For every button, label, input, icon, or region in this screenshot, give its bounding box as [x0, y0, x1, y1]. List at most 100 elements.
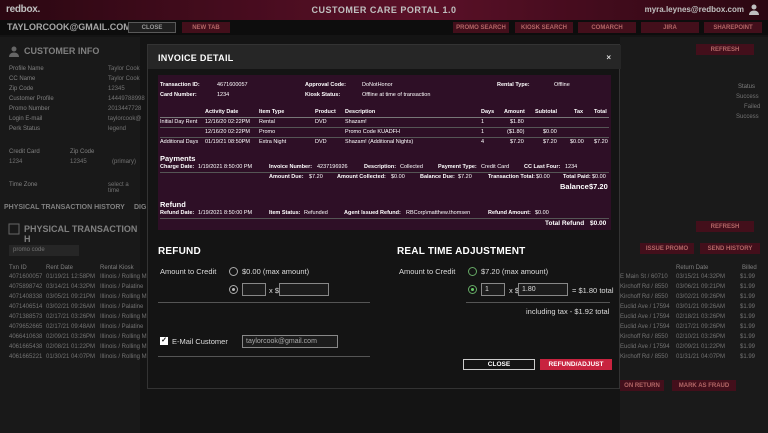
col-product: Product: [315, 109, 336, 115]
item-status-label: Item Status:: [269, 210, 301, 216]
rental-type-value: Offline: [554, 82, 570, 88]
modal-header: INVOICE DETAIL ×: [148, 45, 621, 69]
amount-collected-label: Amount Collected:: [337, 174, 386, 180]
row-divider: [160, 127, 609, 128]
col-description: Description: [345, 109, 376, 115]
days: 1: [481, 129, 485, 135]
subtotal: $0.00: [543, 129, 557, 135]
activity-date: 01/19/21 08:50PM: [205, 139, 250, 145]
amount-to-credit-label: Amount to Credit: [160, 267, 217, 276]
amount-due-label: Amount Due:: [269, 174, 304, 180]
transaction-total-value: $0.00: [536, 174, 550, 180]
description: Shazam!: [345, 119, 367, 125]
description: Shazam! (Additional Nights): [345, 139, 414, 145]
total-paid-value: $0.00: [592, 174, 606, 180]
tax: $0.00: [570, 139, 584, 145]
row-label: Additional Days: [160, 139, 199, 145]
amount-to-credit-label: Amount to Credit: [399, 267, 456, 276]
invoice-number-label: Invoice Number:: [269, 164, 313, 170]
custom-amount-radio[interactable]: [468, 285, 477, 294]
refund-amount-label: Refund Amount:: [488, 210, 531, 216]
rta-quantity-input[interactable]: 1: [481, 283, 505, 296]
row-label: Initial Day Rent: [160, 119, 198, 125]
amount: $7.20: [510, 139, 524, 145]
amount-due-value: $7.20: [309, 174, 323, 180]
custom-amount-radio[interactable]: [229, 285, 238, 294]
total: $7.20: [594, 139, 608, 145]
modal-title: INVOICE DETAIL: [158, 53, 234, 63]
charge-date-label: Charge Date:: [160, 164, 195, 170]
email-customer-checkbox[interactable]: ✓: [160, 337, 168, 345]
email-customer-label: E-Mail Customer: [172, 337, 228, 346]
item-status-value: Refunded: [304, 210, 328, 216]
kiosk-status-label: Kiosk Status:: [305, 92, 341, 98]
agent-refund-value: RBCorp\matthew.thomsen: [406, 210, 471, 216]
rental-type-label: Rental Type:: [497, 82, 530, 88]
refund-adjust-button[interactable]: REFUND/ADJUST: [540, 359, 612, 370]
description-value: Collected: [400, 164, 423, 170]
col-subtotal: Subtotal: [535, 109, 557, 115]
col-days: Days: [481, 109, 495, 115]
amount: $1.80: [510, 119, 524, 125]
payment-type-label: Payment Type:: [438, 164, 477, 170]
total-refund-value: $0.00: [590, 220, 607, 227]
activity-date: 12/16/20 02:22PM: [205, 129, 250, 135]
col-item-type: Item Type: [259, 109, 285, 115]
balance-due-label: Balance Due:: [420, 174, 455, 180]
days: 1: [481, 119, 485, 125]
close-button[interactable]: CLOSE: [463, 359, 535, 370]
amount: ($1.80): [507, 129, 525, 135]
rta-total: = $1.80 total: [572, 286, 614, 295]
refund-date-value: 1/19/2021 8:50:00 PM: [198, 210, 253, 216]
cc-last-four-label: CC Last Four:: [524, 164, 561, 170]
max-amount-radio[interactable]: [229, 267, 238, 276]
approval-code-label: Approval Code:: [305, 82, 346, 88]
description: Promo Code KUADFH: [345, 129, 401, 135]
refund-heading: Refund: [160, 200, 186, 209]
item-type: Promo: [259, 129, 276, 135]
card-number-value: 1234: [217, 92, 230, 98]
rta-tax-total: including tax - $1.92 total: [526, 307, 610, 316]
section-divider: [158, 302, 370, 303]
amount-collected-value: $0.00: [391, 174, 405, 180]
close-icon[interactable]: ×: [606, 53, 611, 62]
txn-id-value: 4671600057: [217, 82, 248, 88]
refund-amount-value: $0.00: [535, 210, 549, 216]
email-input[interactable]: taylorcook@gmail.com: [242, 335, 338, 348]
multiply-label: x $: [269, 286, 280, 295]
refund-date-label: Refund Date:: [160, 210, 195, 216]
rta-section-title: REAL TIME ADJUSTMENT: [397, 246, 526, 257]
balance-due-value: $7.20: [458, 174, 472, 180]
card-number-label: Card Number:: [160, 92, 197, 98]
row-divider: [160, 218, 609, 219]
item-type: Rental: [259, 119, 275, 125]
refund-price-input[interactable]: [279, 283, 329, 296]
row-divider: [160, 137, 609, 138]
col-amount: Amount: [504, 109, 525, 115]
invoice-detail-modal: INVOICE DETAIL × Transaction ID: 4671600…: [147, 44, 621, 389]
col-total: Total: [594, 109, 607, 115]
item-type: Extra Night: [259, 139, 287, 145]
row-divider: [160, 172, 609, 173]
activity-date: 12/16/20 02:22PM: [205, 119, 250, 125]
col-tax: Tax: [574, 109, 584, 115]
description-label: Description:: [364, 164, 397, 170]
subtotal: $7.20: [543, 139, 557, 145]
agent-refund-label: Agent Issued Refund:: [344, 210, 401, 216]
max-amount-label: $7.20 (max amount): [481, 267, 549, 276]
section-divider: [466, 302, 610, 303]
transaction-total-label: Transaction Total:: [488, 174, 535, 180]
max-amount-radio[interactable]: [468, 267, 477, 276]
col-activity-date: Activity Date: [205, 109, 239, 115]
kiosk-status-value: Offline at time of transaction: [362, 92, 431, 98]
invoice-panel: Transaction ID: 4671600057 Card Number: …: [158, 75, 611, 230]
section-divider: [158, 356, 370, 357]
refund-section-title: REFUND: [158, 246, 201, 257]
total-refund-label: Total Refund: [545, 220, 585, 227]
refund-quantity-input[interactable]: [242, 283, 266, 296]
rta-price-input[interactable]: 1.80: [518, 283, 568, 296]
cc-last-four-value: 1234: [565, 164, 578, 170]
max-amount-label: $0.00 (max amount): [242, 267, 310, 276]
product: DVD: [315, 119, 327, 125]
approval-code-value: DoNotHonor: [362, 82, 393, 88]
